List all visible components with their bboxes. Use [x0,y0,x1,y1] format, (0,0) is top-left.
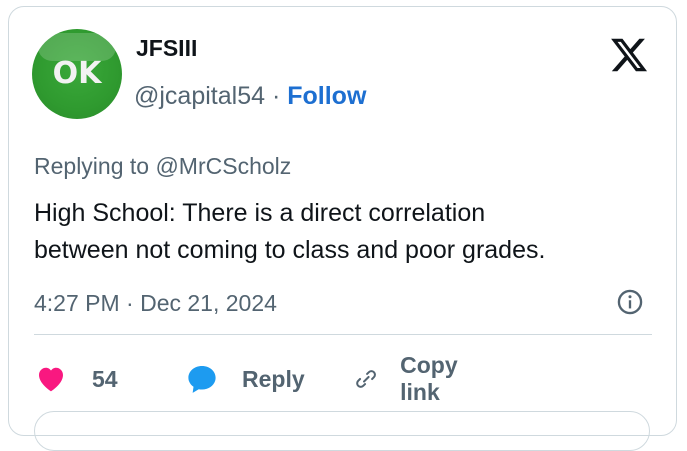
avatar-text: OK [52,56,102,91]
reply-label: Reply [242,365,305,392]
x-logo-icon[interactable] [609,35,649,75]
link-icon [356,370,376,388]
like-count: 54 [92,365,118,392]
tweet-card: OK JFSIII @jcapital54 · Follow Replying … [8,6,677,451]
replying-to[interactable]: Replying to @MrCScholz [34,153,291,180]
heart-icon [39,367,63,392]
author-display-name[interactable]: JFSIII [136,35,197,62]
copy-link-label: Copy link [400,352,458,405]
avatar[interactable]: OK [32,29,122,119]
copy-link-button[interactable]: Copy link [354,352,470,405]
tweet-timestamp[interactable]: 4:27 PM · Dec 21, 2024 [34,290,277,317]
divider [34,334,652,335]
tweet-text-line: between not coming to class and poor gra… [34,236,546,264]
handle-separator: · [271,82,281,110]
tweet-text: High School: There is a direct correlati… [34,195,654,269]
bottom-pill-button[interactable] [34,411,650,451]
reply-button[interactable]: Reply [184,359,305,399]
info-icon[interactable] [616,288,644,316]
author-handle-row: @jcapital54 · Follow [134,82,366,111]
follow-button[interactable]: Follow [287,82,366,110]
like-button[interactable]: 54 [34,359,118,399]
author-handle[interactable]: @jcapital54 [134,82,265,110]
reply-bubble-icon [188,365,216,393]
tweet-text-line: High School: There is a direct correlati… [34,199,486,227]
